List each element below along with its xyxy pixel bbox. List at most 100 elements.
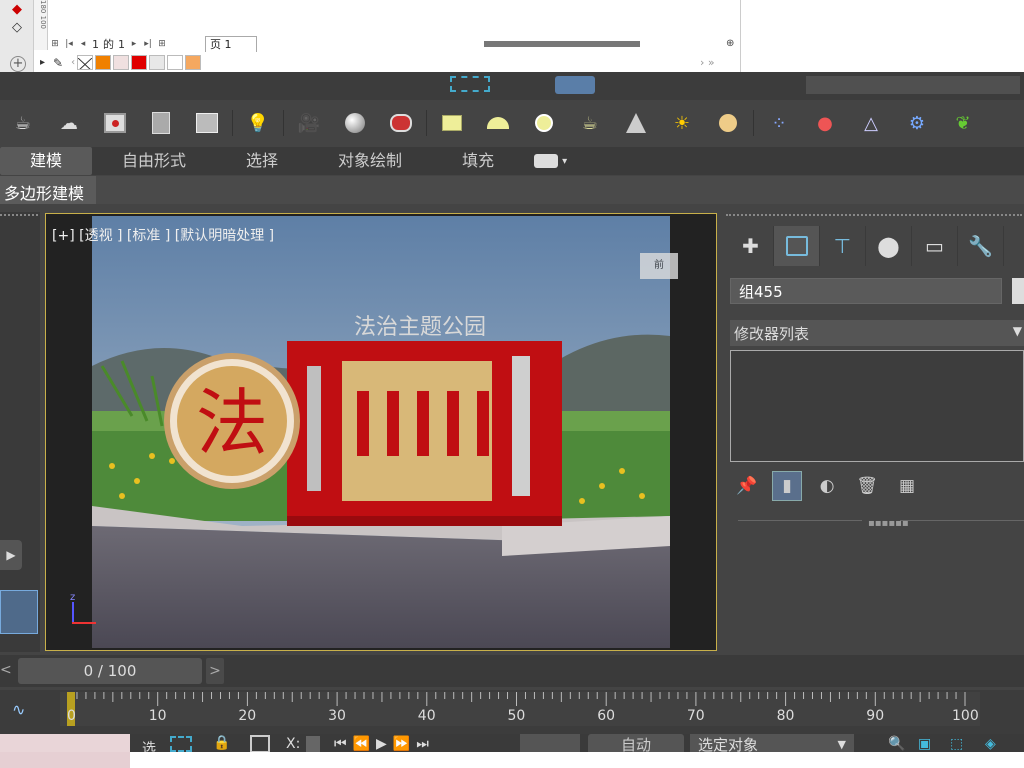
cone-icon[interactable] <box>621 108 651 138</box>
zoom-icon[interactable]: 🔍 <box>888 736 905 752</box>
modifier-stack[interactable] <box>730 350 1024 462</box>
field-of-view-icon[interactable]: ◈ <box>985 736 996 752</box>
viewcube[interactable]: 前 <box>640 253 678 279</box>
page-tab[interactable]: 页 1 <box>205 36 257 52</box>
add-page-icon[interactable]: + <box>10 56 26 72</box>
color-swatch[interactable] <box>167 55 184 70</box>
no-color-swatch[interactable] <box>77 55 94 70</box>
next-page-icon[interactable]: ▸ <box>129 38 139 50</box>
divider <box>740 0 741 72</box>
molecule-icon[interactable]: ● <box>810 108 840 138</box>
color-swatch[interactable] <box>95 55 112 70</box>
toolbar-separator <box>283 110 284 136</box>
camera-icon[interactable]: 🎥 <box>294 108 324 138</box>
plane-icon[interactable] <box>437 108 467 138</box>
light-sphere-icon[interactable] <box>713 108 743 138</box>
time-next-button[interactable]: > <box>206 658 224 684</box>
page-of-label: 的 <box>103 38 114 51</box>
ribbon-options-icon[interactable] <box>534 154 559 168</box>
material-editor-icon[interactable] <box>386 108 416 138</box>
horizontal-scrollbar[interactable] <box>484 41 640 47</box>
prev-page-icon[interactable]: ◂ <box>78 38 88 50</box>
bottom-edge <box>0 752 1024 768</box>
color-swatch[interactable] <box>131 55 148 70</box>
ribbon-tabs: 建模 自由形式 选择 对象绘制 填充 ▾ <box>0 147 1024 175</box>
viewport-label[interactable]: [+] [透视 ] [标准 ] [默认明暗处理 ] <box>52 225 274 245</box>
timeline-tick-label: 10 <box>148 708 167 724</box>
zoom-all-icon[interactable]: ▣ <box>918 736 931 752</box>
add-page-before-icon[interactable]: ⊞ <box>50 38 60 50</box>
timeline-tick-label: 0 <box>67 708 76 724</box>
hierarchy-tab-icon[interactable]: ⊤ <box>820 226 866 266</box>
modifier-list-dropdown[interactable]: 修改器列表 ▼ <box>730 320 1024 346</box>
plant-icon[interactable]: ❦ <box>948 108 978 138</box>
motion-tab-icon[interactable]: ⬤ <box>866 226 912 266</box>
viewport-layout-thumb[interactable] <box>0 590 38 634</box>
utilities-tab-icon[interactable]: 🔧 <box>958 226 1004 266</box>
time-slider[interactable]: 0 / 100 <box>18 658 202 684</box>
display-tab-icon[interactable]: ▭ <box>912 226 958 266</box>
modify-tab-icon[interactable] <box>774 226 820 266</box>
palette-scroll-right-icon[interactable]: › » <box>700 56 715 69</box>
render-setup-icon[interactable] <box>146 108 176 138</box>
first-page-icon[interactable]: |◂ <box>64 38 74 50</box>
eraser-icon[interactable]: ◇ <box>12 20 22 35</box>
create-tab-icon[interactable]: ✚ <box>728 226 774 266</box>
particles-icon[interactable]: ⁘ <box>764 108 794 138</box>
color-swatch[interactable] <box>113 55 130 70</box>
divider <box>738 520 862 521</box>
tetra-icon[interactable]: △ <box>856 108 886 138</box>
expand-arrow-icon[interactable]: ▶ <box>0 540 22 570</box>
sun-icon[interactable]: ☀ <box>667 108 697 138</box>
palette-left-arrow-icon[interactable]: ▸ <box>40 57 45 68</box>
curve-editor-icon[interactable]: ∿ <box>12 700 25 719</box>
tab-object-paint[interactable]: 对象绘制 <box>308 147 432 175</box>
remove-modifier-icon[interactable]: 🗑 <box>852 471 882 501</box>
tab-freeform[interactable]: 自由形式 <box>92 147 216 175</box>
polygon-modeling-label[interactable]: 多边形建模 <box>4 180 84 204</box>
pin-stack-icon[interactable]: 📌 <box>732 471 762 501</box>
color-swatch[interactable] <box>185 55 202 70</box>
named-selection-field[interactable] <box>806 76 1020 94</box>
playback-controls[interactable]: ⏮⏪▶⏩⏭ <box>334 736 435 752</box>
gear-icon[interactable]: ⚙ <box>902 108 932 138</box>
last-page-icon[interactable]: ▸| <box>143 38 153 50</box>
object-color-swatch[interactable] <box>1012 278 1024 304</box>
render-frame-icon[interactable] <box>100 108 130 138</box>
selection-lock-icon[interactable] <box>170 736 192 752</box>
eyedropper-icon[interactable]: ✎ <box>53 56 63 70</box>
time-prev-button[interactable]: < <box>0 662 12 678</box>
bulb-icon[interactable]: 💡 <box>243 108 273 138</box>
zoom-icon[interactable]: ⊕ <box>726 38 734 49</box>
page-navigator: ⊞ |◂ ◂ 1 的 1 ▸ ▸| ⊞ <box>50 36 167 52</box>
tab-modeling[interactable]: 建模 <box>0 147 93 175</box>
render-table-icon[interactable] <box>192 108 222 138</box>
zoom-extents-icon[interactable]: ⬚ <box>950 736 963 752</box>
add-page-after-icon[interactable]: ⊞ <box>157 38 167 50</box>
make-unique-icon[interactable]: ◐ <box>812 471 842 501</box>
color-swatch[interactable] <box>149 55 166 70</box>
rendered-scene: 法 法治主题公园 <box>92 216 670 648</box>
current-frame-field[interactable] <box>520 734 580 754</box>
dome-icon[interactable] <box>483 108 513 138</box>
timeline-tick-label: 40 <box>417 708 436 724</box>
timeline-tick-label: 20 <box>238 708 257 724</box>
cloud-icon[interactable]: ☁ <box>54 108 84 138</box>
teapot-icon[interactable]: ☕ <box>8 108 38 138</box>
configure-sets-icon[interactable]: ▦ <box>892 471 922 501</box>
ribbon-dropdown-icon[interactable]: ▾ <box>562 156 567 167</box>
sphere-icon[interactable] <box>529 108 559 138</box>
divider <box>900 520 1024 521</box>
lock-icon[interactable]: 🔒 <box>213 735 230 751</box>
teapot-small-icon[interactable]: ☕ <box>575 108 605 138</box>
tab-populate[interactable]: 填充 <box>432 147 524 175</box>
select-region-icon[interactable] <box>450 76 490 92</box>
absolute-mode-icon[interactable] <box>250 735 270 753</box>
fill-tool-icon[interactable]: ◆ <box>12 2 22 17</box>
object-name-field[interactable]: 组455 <box>730 278 1002 304</box>
tab-selection[interactable]: 选择 <box>216 147 308 175</box>
show-end-result-icon[interactable]: ▮ <box>772 471 802 501</box>
snap-toggle-button[interactable] <box>555 76 595 94</box>
palette-scroll-left-icon[interactable]: ‹ <box>71 57 75 68</box>
material-sphere-icon[interactable] <box>340 108 370 138</box>
